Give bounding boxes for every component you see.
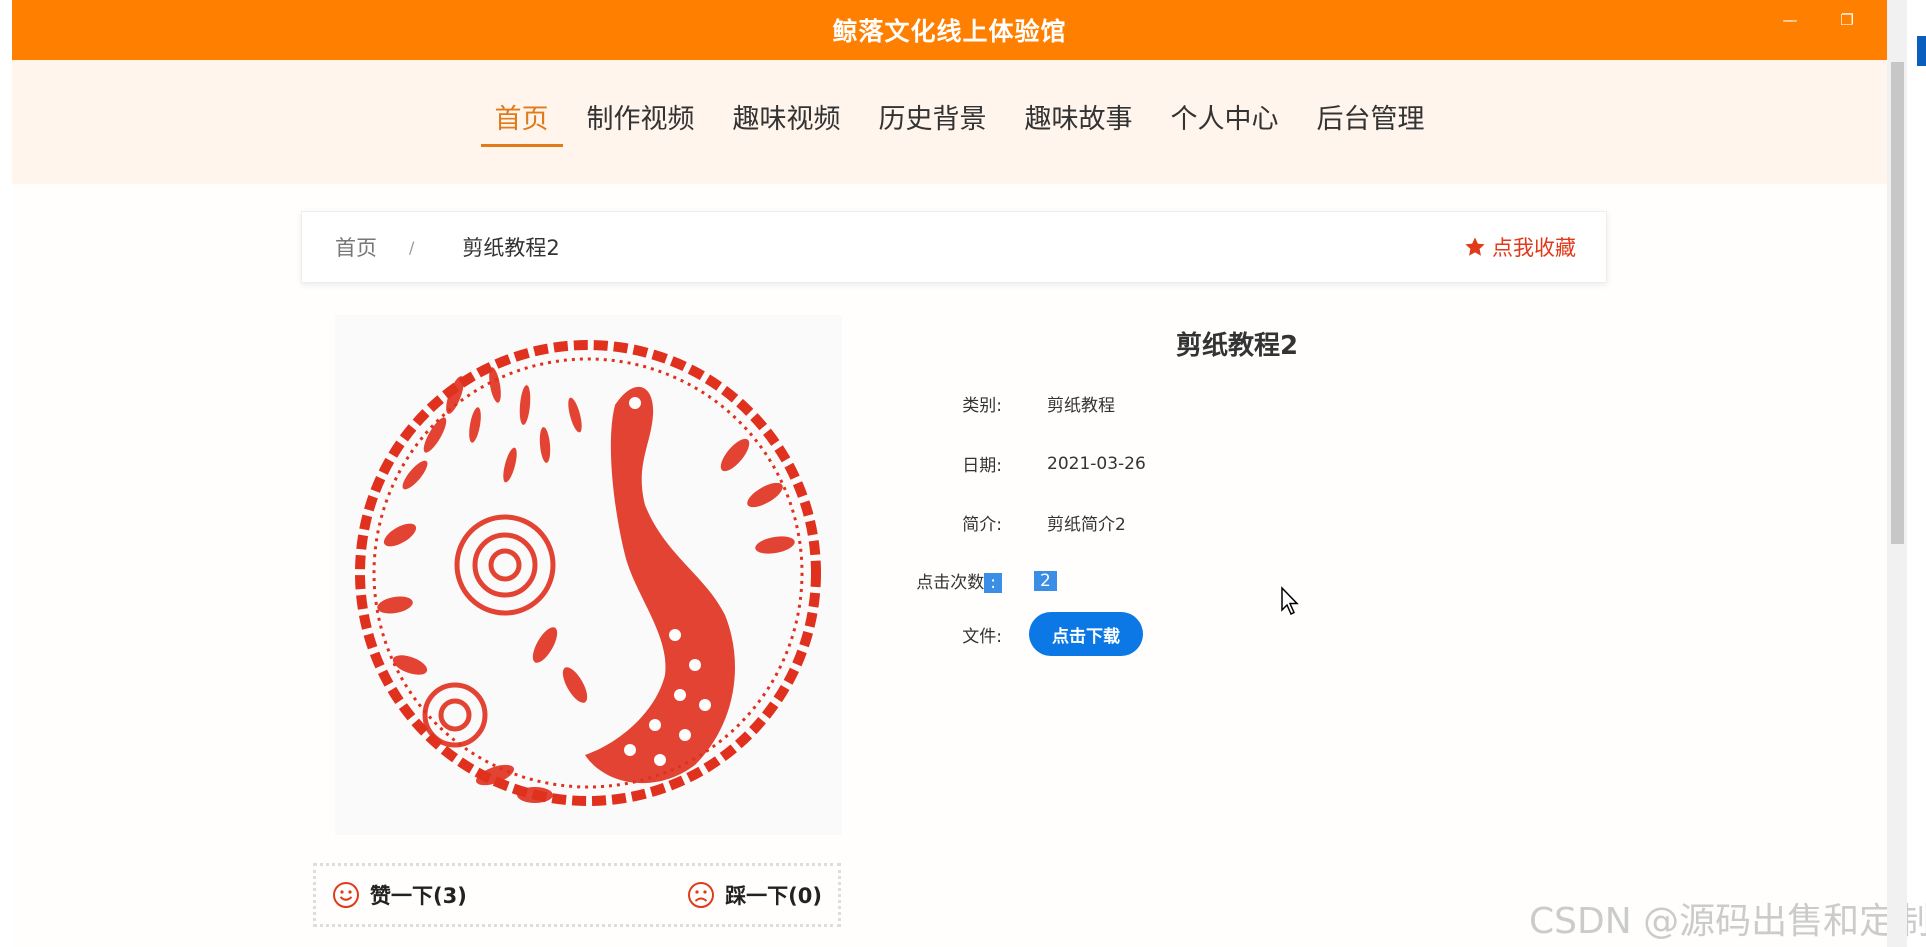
papercut-artwork [355,340,821,806]
minimize-icon[interactable]: — [1770,6,1810,34]
star-icon [1465,237,1485,256]
nav-item-personal-center[interactable]: 个人中心 [1157,97,1293,147]
breadcrumb: 首页 / 剪纸教程2 点我收藏 [301,211,1607,283]
window-title: 鲸落文化线上体验馆 [832,17,1067,46]
clicks-row: 点击次数: 2 [842,568,1057,593]
category-value: 剪纸教程 [1047,396,1115,416]
intro-value: 剪纸简介2 [1047,515,1126,535]
nav-item-make-video[interactable]: 制作视频 [573,97,709,147]
app-window: 鲸落文化线上体验馆 — ❐ ✕ 首页 制作视频 趣味视频 历史背景 趣味故事 个… [12,0,1926,947]
intro-row: 简介: 剪纸简介2 [842,510,1126,535]
watermark: CSDN @源码出售和定制 [1529,901,1926,942]
nav-item-history[interactable]: 历史背景 [865,97,1001,147]
nav-item-home[interactable]: 首页 [480,97,563,147]
dislike-label: 踩一下(0) [725,884,822,908]
product-image [335,315,842,835]
clicks-label-colon: : [984,573,1002,593]
category-row: 类别: 剪纸教程 [842,391,1115,416]
clicks-value: 2 [1034,570,1057,591]
main-nav: 首页 制作视频 趣味视频 历史背景 趣味故事 个人中心 后台管理 [12,60,1887,184]
date-value: 2021-03-26 [1047,453,1146,474]
like-label: 赞一下(3) [370,884,467,908]
favorite-label: 点我收藏 [1492,236,1576,260]
clicks-label: 点击次数: [842,568,1002,593]
mouse-cursor-icon [1281,586,1299,616]
download-button[interactable]: 点击下载 [1029,612,1143,656]
dislike-button[interactable]: 踩一下(0) [687,880,822,910]
favorite-button[interactable]: 点我收藏 [1464,232,1576,262]
nav-item-fun-video[interactable]: 趣味视频 [719,97,855,147]
date-label: 日期: [962,456,1002,476]
scrollbar-thumb[interactable] [1891,62,1904,544]
breadcrumb-current: 剪纸教程2 [462,236,560,260]
window-edge [1917,36,1926,66]
intro-label: 简介: [962,515,1002,535]
frown-icon [688,882,715,908]
scrollbar[interactable] [1887,0,1907,947]
breadcrumb-home-link[interactable]: 首页 [335,232,377,262]
smile-icon [333,882,359,908]
category-label: 类别: [962,396,1002,416]
date-row: 日期: 2021-03-26 [842,451,1146,477]
maximize-icon[interactable]: ❐ [1827,6,1867,34]
nav-item-fun-story[interactable]: 趣味故事 [1011,97,1147,147]
like-button[interactable]: 赞一下(3) [332,880,467,910]
file-row: 文件: [842,622,1002,647]
breadcrumb-separator: / [409,237,415,257]
clicks-label-text: 点击次数 [916,573,985,593]
nav-items: 首页 制作视频 趣味视频 历史背景 趣味故事 个人中心 后台管理 [476,97,1444,147]
vote-bar: 赞一下(3) 踩一下(0) [313,863,841,927]
file-label: 文件: [962,627,1002,647]
nav-item-admin[interactable]: 后台管理 [1303,97,1439,147]
detail-title: 剪纸教程2 [1175,331,1299,361]
title-bar: 鲸落文化线上体验馆 — ❐ ✕ [12,0,1912,60]
